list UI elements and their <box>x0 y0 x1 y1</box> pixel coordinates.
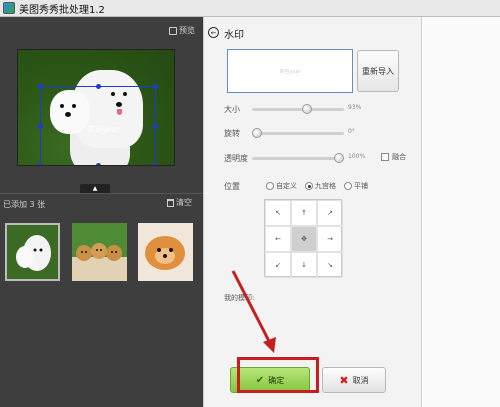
added-count-label: 已添加 3 张 <box>3 200 46 209</box>
clear-label: 清空 <box>176 198 192 207</box>
resize-handle[interactable] <box>38 124 43 129</box>
arrow-icon: ↖ <box>275 209 281 217</box>
arrow-icon: ↘ <box>327 261 333 269</box>
back-arrow-icon: ← <box>210 28 217 37</box>
title-bar: 美图秀秀批处理1.2 <box>0 0 500 17</box>
opacity-label: 透明度 <box>224 154 248 163</box>
thumbnail-3[interactable] <box>138 223 193 281</box>
arrow-icon: ← <box>275 235 281 243</box>
window-title: 美图秀秀批处理1.2 <box>19 4 105 16</box>
thumbnail-1[interactable] <box>5 223 60 281</box>
photo-preview[interactable]: 来自year <box>17 49 175 166</box>
rotation-slider-row: 旋转 0° <box>224 128 419 138</box>
divider <box>0 193 203 194</box>
position-mode-row: 位置 自定义 九宫格 平铺 <box>224 180 419 192</box>
resize-handle[interactable] <box>153 84 158 89</box>
resize-handle[interactable] <box>38 163 43 165</box>
position-label: 位置 <box>224 181 240 191</box>
arrow-icon: ↑ <box>301 209 307 217</box>
preview-button[interactable]: 预览 <box>169 25 195 36</box>
radio-button[interactable] <box>344 182 352 190</box>
preview-icon <box>169 26 177 35</box>
thumbnail-image <box>72 223 127 281</box>
merge-checkbox[interactable]: 融合 <box>381 152 406 162</box>
arrow-icon: ↗ <box>327 209 333 217</box>
resize-handle[interactable] <box>153 124 158 129</box>
checkbox-box[interactable] <box>381 153 389 161</box>
rotation-label: 旋转 <box>224 129 240 138</box>
grid-cell-bottom[interactable]: ↓ <box>291 252 317 278</box>
left-panel: 预览 来自year ▲ 已添加 3 张 清空 <box>0 17 203 407</box>
trash-icon <box>167 198 174 207</box>
size-slider-row: 大小 93% <box>224 104 419 114</box>
arrow-icon: ↓ <box>301 261 307 269</box>
close-icon: ✖ <box>339 373 349 387</box>
radio-label: 平铺 <box>354 182 368 190</box>
merge-label: 融合 <box>392 153 406 161</box>
watermark-preview-text: 来自year <box>279 68 301 75</box>
cancel-button[interactable]: ✖ 取消 <box>322 367 386 393</box>
opacity-value: 100% <box>348 153 366 160</box>
watermark-preview-box: 来自year <box>227 49 353 93</box>
grid-cell-bottom-right[interactable]: ↘ <box>317 252 343 278</box>
app-icon <box>3 2 15 14</box>
cancel-label: 取消 <box>352 375 369 385</box>
arrow-icon: → <box>327 235 333 243</box>
resize-handle[interactable] <box>96 163 101 165</box>
thumbnail-image <box>7 225 58 279</box>
watermark-panel: ← 水印 来自year 重新导入 大小 93% 旋转 0° 透明度 100% 融… <box>203 17 421 407</box>
grid-cell-right[interactable]: → <box>317 226 343 252</box>
slider-thumb[interactable] <box>252 128 262 138</box>
my-templates-label: 我的模印: <box>224 294 255 302</box>
size-slider[interactable] <box>252 104 344 114</box>
reimport-button[interactable]: 重新导入 <box>357 50 399 92</box>
radio-button[interactable] <box>266 182 274 190</box>
slider-thumb[interactable] <box>302 104 312 114</box>
grid-cell-bottom-left[interactable]: ↙ <box>265 252 291 278</box>
grid-cell-left[interactable]: ← <box>265 226 291 252</box>
thumbnail-2[interactable] <box>72 223 127 281</box>
preview-label: 预览 <box>179 26 195 35</box>
center-icon: ✥ <box>301 235 307 243</box>
rotation-value: 0° <box>348 128 355 135</box>
size-label: 大小 <box>224 105 240 114</box>
chevron-up-icon: ▲ <box>92 185 98 192</box>
slider-thumb[interactable] <box>334 153 344 163</box>
reimport-label: 重新导入 <box>362 66 394 76</box>
grid-cell-top-left[interactable]: ↖ <box>265 200 291 226</box>
radio-label: 自定义 <box>276 182 297 190</box>
nine-grid-position: ↖ ↑ ↗ ← ✥ → ↙ ↓ ↘ <box>264 199 343 278</box>
radio-custom[interactable]: 自定义 <box>266 181 297 191</box>
resize-handle[interactable] <box>38 84 43 89</box>
resize-handle[interactable] <box>96 84 101 89</box>
rotation-slider[interactable] <box>252 128 344 138</box>
right-blank-area <box>421 17 500 407</box>
grid-cell-top-right[interactable]: ↗ <box>317 200 343 226</box>
collapse-toggle[interactable]: ▲ <box>80 184 110 193</box>
opacity-slider[interactable] <box>252 153 344 163</box>
back-button[interactable]: ← <box>208 27 219 38</box>
resize-handle[interactable] <box>153 163 158 165</box>
radio-ninegrid[interactable]: 九宫格 <box>305 181 336 191</box>
panel-title: 水印 <box>224 30 244 41</box>
clear-button[interactable]: 清空 <box>167 197 192 208</box>
radio-tile[interactable]: 平铺 <box>344 181 368 191</box>
annotation-highlight-box <box>237 357 319 393</box>
size-value: 93% <box>348 104 362 111</box>
radio-button[interactable] <box>305 182 313 190</box>
grid-cell-top[interactable]: ↑ <box>291 200 317 226</box>
arrow-icon: ↙ <box>275 261 281 269</box>
watermark-overlay-text: 来自year <box>86 125 120 134</box>
grid-cell-center[interactable]: ✥ <box>291 226 317 252</box>
radio-label: 九宫格 <box>315 182 336 190</box>
thumbnail-image <box>138 223 193 281</box>
